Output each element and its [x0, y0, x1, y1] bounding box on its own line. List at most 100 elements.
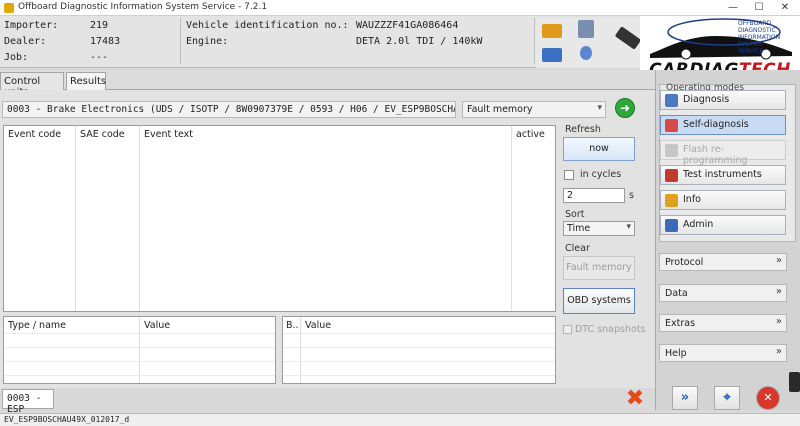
minimize-button[interactable]: — — [722, 0, 744, 16]
mode-label: Diagnosis — [683, 94, 730, 105]
diagnostic-plug-icon[interactable] — [614, 26, 642, 50]
flash-icon — [665, 144, 678, 157]
column-header-b[interactable]: B.. — [286, 320, 299, 331]
forward-button[interactable]: » — [672, 386, 698, 410]
maximize-button[interactable]: ☐ — [748, 0, 770, 16]
info-icon[interactable] — [580, 46, 592, 60]
stethoscope-icon — [665, 94, 678, 107]
network-icon[interactable] — [578, 20, 594, 38]
mode-flash-button[interactable]: Flash re-programming — [660, 140, 786, 166]
tab-control-units[interactable]: Control units — [0, 72, 64, 98]
column-header-type-name[interactable]: Type / name — [8, 320, 66, 331]
vehicle-icon[interactable] — [542, 24, 562, 38]
column — [4, 126, 76, 311]
column-header-active[interactable]: active — [516, 129, 545, 140]
ecu-tab[interactable]: 0003 - ESP — [2, 389, 54, 415]
mode-info-button[interactable]: Info — [660, 190, 786, 210]
job-value: --- — [90, 52, 109, 63]
multimeter-icon — [665, 169, 678, 182]
tab-bar: Control units Results — [0, 70, 655, 98]
importer-label: Importer: — [4, 20, 59, 31]
sort-value: Time — [567, 223, 591, 234]
expand-icon: » — [775, 316, 782, 327]
mode-self-diagnosis-button[interactable]: Self-diagnosis — [660, 115, 786, 135]
detail-table-left: Type / name Value — [3, 316, 276, 384]
usb-icon[interactable] — [542, 48, 562, 62]
chevron-down-icon: ▾ — [597, 103, 602, 113]
in-cycles-label: in cycles — [580, 169, 622, 180]
dealer-value: 17483 — [90, 36, 121, 47]
self-diagnosis-icon — [665, 119, 678, 132]
status-bar: EV_ESP9BOSCHAU49X_012017_d — [0, 413, 800, 426]
engine-value: DETA 2.0l TDI / 140kW — [356, 36, 483, 47]
dtc-snapshots-label: DTC snapshots — [575, 324, 646, 335]
cycles-input[interactable]: 2 — [563, 188, 625, 203]
row-divider — [4, 361, 275, 362]
header-divider — [534, 18, 535, 64]
scrollbar-thumb[interactable] — [789, 372, 800, 392]
row-divider — [283, 361, 555, 362]
row-divider — [4, 347, 275, 348]
section-label: Protocol — [665, 257, 704, 268]
column-header-value[interactable]: Value — [144, 320, 170, 331]
tab-results[interactable]: Results — [66, 72, 106, 90]
engine-label: Engine: — [186, 36, 229, 47]
section-label: Data — [665, 288, 688, 299]
section-data[interactable]: Data » — [659, 284, 787, 302]
detail-table-right: B.. Value — [282, 316, 556, 384]
section-extras[interactable]: Extras » — [659, 314, 787, 332]
window-title: Offboard Diagnostic Information System S… — [18, 2, 268, 12]
section-help[interactable]: Help » — [659, 344, 787, 362]
column-header-sae-code[interactable]: SAE code — [80, 129, 125, 140]
column — [140, 126, 512, 311]
job-label: Job: — [4, 52, 29, 63]
column-header-value[interactable]: Value — [305, 320, 331, 331]
row-divider — [4, 375, 275, 376]
importer-value: 219 — [90, 20, 109, 31]
in-cycles-checkbox[interactable] — [564, 170, 574, 180]
row-divider — [283, 333, 555, 334]
column-header-event-code[interactable]: Event code — [8, 129, 61, 140]
logo-text-lines: OFFBOARD DIAGNOSTIC INFORMATION SYSTEM S… — [738, 20, 781, 55]
memory-mode-value: Fault memory — [467, 104, 533, 115]
admin-icon — [665, 219, 678, 232]
memory-mode-select[interactable]: Fault memory ▾ — [462, 101, 606, 118]
refresh-label: Refresh — [565, 124, 601, 135]
dealer-label: Dealer: — [4, 36, 47, 47]
column — [76, 126, 140, 311]
chevron-down-icon: ▾ — [626, 222, 631, 232]
section-protocol[interactable]: Protocol » — [659, 253, 787, 271]
close-window-button[interactable]: ✕ — [774, 0, 796, 16]
go-arrow-button[interactable]: ➜ — [615, 98, 635, 118]
refresh-now-button[interactable]: now — [563, 137, 635, 161]
expand-icon: » — [775, 286, 782, 297]
dtc-snapshots-checkbox[interactable] — [563, 325, 572, 334]
mode-label: Admin — [683, 219, 714, 230]
sort-label: Sort — [565, 209, 585, 220]
mode-label: Self-diagnosis — [683, 119, 749, 130]
header-divider — [180, 18, 181, 64]
expand-icon: » — [775, 346, 782, 357]
sort-select[interactable]: Time ▾ — [563, 221, 635, 236]
vin-label: Vehicle identification no.: — [186, 20, 349, 31]
section-label: Extras — [665, 318, 696, 329]
ecu-path-field: 0003 - Brake Electronics (UDS / ISOTP / … — [2, 101, 456, 118]
title-bar: Offboard Diagnostic Information System S… — [0, 0, 800, 16]
mode-test-instruments-button[interactable]: Test instruments — [660, 165, 786, 185]
info-book-icon — [665, 194, 678, 207]
target-button[interactable]: ⌖ — [714, 386, 740, 410]
mode-diagnosis-button[interactable]: Diagnosis — [660, 90, 786, 110]
exit-button[interactable]: ✕ — [756, 386, 780, 410]
column-header-event-text[interactable]: Event text — [144, 129, 193, 140]
obd-systems-button[interactable]: OBD systems — [563, 288, 635, 314]
row-divider — [4, 333, 275, 334]
clear-fault-memory-button[interactable]: Fault memory — [563, 256, 635, 280]
mode-label: Test instruments — [683, 169, 762, 180]
clear-label: Clear — [565, 243, 590, 254]
close-ecu-button[interactable]: ✖ — [624, 388, 646, 410]
mode-admin-button[interactable]: Admin — [660, 215, 786, 235]
section-label: Help — [665, 348, 687, 359]
event-table: Event code SAE code Event text active — [3, 125, 556, 312]
app-icon — [4, 3, 14, 13]
mode-label: Info — [683, 194, 701, 205]
